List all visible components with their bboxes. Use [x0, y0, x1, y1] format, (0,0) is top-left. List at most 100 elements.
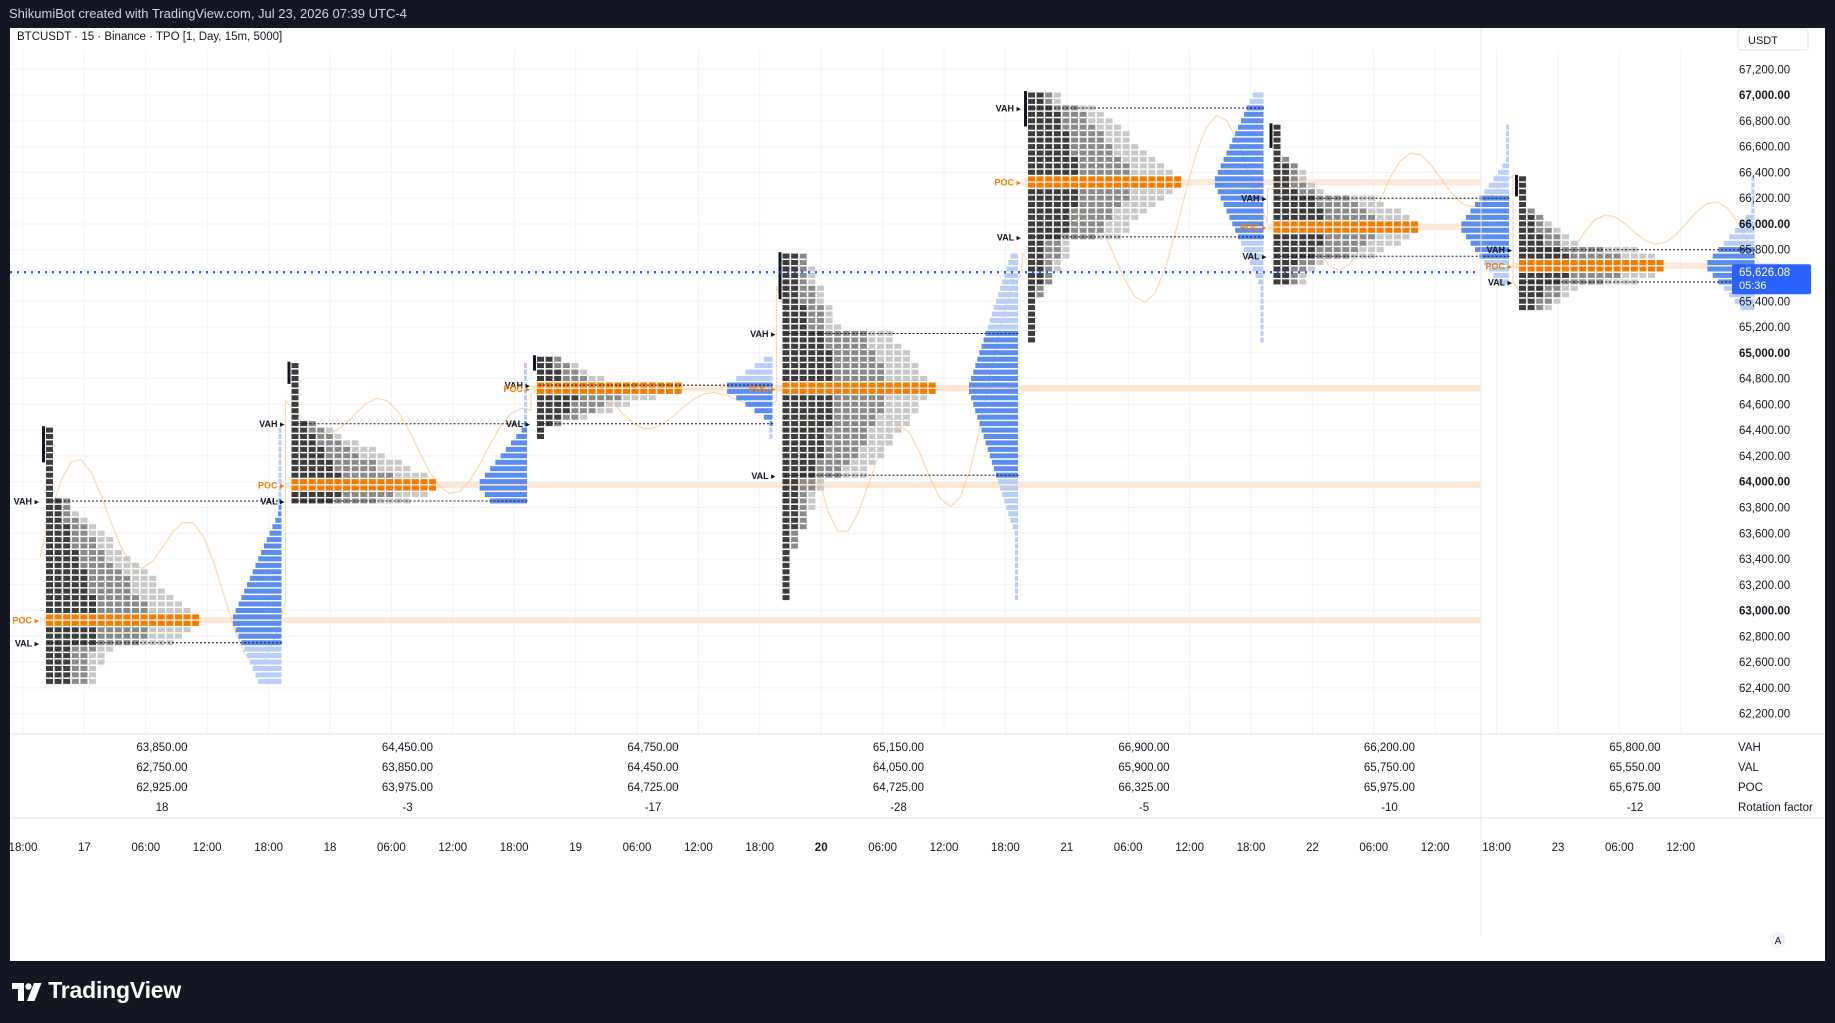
- tpo-letter-block: [1045, 227, 1053, 233]
- tpo-letter-block: [1122, 189, 1130, 195]
- tpo-letter-block: [368, 472, 376, 478]
- tradingview-logo[interactable]: TradingView: [12, 977, 181, 1004]
- tpo-letter-block: [106, 588, 114, 594]
- tpo-letter-block: [791, 498, 799, 504]
- tpo-letter-block: [166, 620, 174, 626]
- tpo-letter-block: [1096, 163, 1104, 169]
- tpo-letter-block: [902, 421, 910, 427]
- tpo-letter-block: [71, 588, 79, 594]
- tpo-letter-block: [1290, 221, 1298, 227]
- volume-histogram-bar: [490, 466, 527, 472]
- stats-cell-vah: 65,800.00: [1609, 742, 1660, 754]
- tpo-letter-block: [54, 562, 62, 568]
- price-axis[interactable]: 67,200.0067,000.0066,800.0066,600.0066,4…: [1480, 28, 1811, 936]
- poc-marker: POC ▸: [258, 480, 285, 490]
- volume-histogram-bar: [985, 440, 1018, 446]
- tpo-letter-block: [1273, 272, 1281, 278]
- tpo-letter-block: [1536, 253, 1544, 259]
- tpo-letter-block: [1036, 208, 1044, 214]
- attribution-bar: ShikumiBot created with TradingView.com,…: [0, 0, 1835, 28]
- tpo-letter-block: [1071, 144, 1078, 150]
- tpo-letter-block: [97, 659, 105, 665]
- tpo-letter-block: [799, 453, 807, 459]
- tpo-letter-block: [1290, 182, 1298, 188]
- tpo-letter-block: [394, 492, 402, 497]
- tpo-letter-block: [300, 485, 308, 491]
- time-axis[interactable]: 18:00 17 06:00 12:00 18:00 18 06:00 12:00 18:00 1…: [10, 817, 1825, 854]
- tpo-letter-block: [1385, 208, 1393, 214]
- volume-histogram-bar: [266, 537, 282, 543]
- tpo-letter-block: [157, 633, 165, 639]
- tpo-letter-block: [1028, 195, 1035, 201]
- tpo-letter-block: [114, 614, 122, 620]
- tpo-letter-block: [106, 582, 114, 588]
- tpo-letter-block: [157, 614, 165, 620]
- tpo-letter-block: [1062, 163, 1070, 169]
- tpo-letter-block: [808, 356, 816, 362]
- tpo-letter-block: [1071, 150, 1078, 156]
- tpo-letter-block: [799, 401, 807, 407]
- volume-histogram-bar: [979, 350, 1018, 356]
- tpo-letter-block: [46, 537, 53, 543]
- currency-box[interactable]: USDT: [1737, 28, 1809, 51]
- tpo-letter-block: [351, 479, 359, 485]
- tpo-letter-block: [1402, 234, 1410, 240]
- last-price-tag[interactable]: 65,626.0805:36: [1732, 264, 1811, 295]
- tpo-letter-block: [1062, 118, 1070, 124]
- chart-legend: BTCUSDT · 15 · Binance · TPO [1, Day, 15…: [17, 31, 282, 43]
- tpo-letter-block: [368, 459, 376, 465]
- tpo-letter-block: [89, 595, 96, 601]
- volume-histogram-bar: [1217, 169, 1264, 175]
- tpo-letter-block: [1131, 202, 1139, 207]
- tpo-letter-block: [106, 550, 114, 555]
- volume-histogram-bar: [252, 666, 282, 671]
- tpo-letter-block: [183, 614, 191, 620]
- tpo-letter-block: [894, 369, 902, 375]
- tpo-letter-block: [791, 253, 799, 259]
- volume-histogram-bar: [1260, 292, 1264, 298]
- volume-histogram-bar: [484, 492, 527, 497]
- tpo-letter-block: [97, 562, 105, 568]
- tpo-letter-block: [1122, 182, 1130, 188]
- tpo-letter-block: [71, 620, 79, 626]
- value-area-val-marker: VAL ▸: [997, 232, 1022, 242]
- tpo-letter-block: [46, 543, 53, 549]
- tpo-letter-block: [1165, 189, 1173, 195]
- tpo-letter-block: [46, 524, 53, 530]
- tpo-letter-block: [1402, 214, 1410, 220]
- tpo-letter-block: [343, 472, 351, 478]
- tpo-profile-session: [1024, 91, 1264, 343]
- tpo-letter-block: [554, 369, 562, 375]
- tpo-letter-block: [1290, 189, 1298, 195]
- price-axis-tick: 62,800.00: [1739, 631, 1790, 643]
- tpo-letter-block: [106, 627, 114, 633]
- tpo-letter-block: [1036, 137, 1044, 143]
- tpo-letter-block: [1359, 202, 1367, 207]
- tpo-letter-block: [317, 466, 325, 472]
- volume-histogram-bar: [511, 440, 527, 446]
- volume-histogram-bar: [1470, 208, 1509, 214]
- tpo-letter-block: [808, 504, 816, 510]
- auto-scale-button[interactable]: A: [1770, 932, 1786, 948]
- tpo-letter-block: [192, 614, 200, 620]
- tpo-letter-block: [894, 382, 902, 388]
- chart-frame[interactable]: VAH ▸ VAL ▸ POC ▸ VAH ▸ VAL ▸ POC ▸ VAH ▸ VAL ▸…: [10, 28, 1825, 961]
- tpo-letter-block: [308, 459, 316, 465]
- tpo-letter-block: [842, 376, 850, 381]
- tpo-letter-block: [1325, 202, 1333, 207]
- tpo-letter-block: [1273, 124, 1281, 130]
- volume-histogram-bar: [238, 633, 282, 639]
- tpo-letter-block: [411, 479, 419, 485]
- tpo-letter-block: [1028, 156, 1035, 162]
- tpo-letter-block: [834, 369, 842, 375]
- tpo-letter-block: [1325, 208, 1333, 214]
- tpo-letter-block: [885, 414, 893, 420]
- tpo-letter-block: [300, 479, 308, 485]
- tpo-letter-block: [1053, 150, 1061, 156]
- tpo-letter-block: [834, 459, 842, 465]
- tpo-letter-block: [1028, 137, 1035, 143]
- tpo-letter-block: [1350, 221, 1358, 227]
- tpo-chart[interactable]: VAH ▸VAL ▸POC ▸VAH ▸VAL ▸POC ▸VAH ▸VAL ▸…: [10, 28, 1825, 961]
- volume-histogram-bar: [736, 376, 773, 381]
- tpo-letter-block: [403, 466, 411, 472]
